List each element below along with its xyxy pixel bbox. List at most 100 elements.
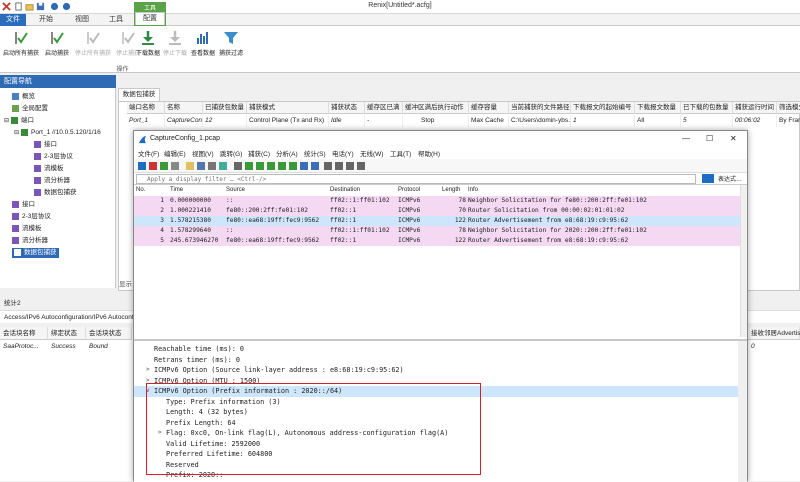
capture-options-icon[interactable] xyxy=(171,162,179,170)
packet-details-scrollbar[interactable] xyxy=(738,341,747,482)
col-time[interactable]: Time xyxy=(170,185,183,195)
cell-bind-state[interactable]: Success xyxy=(48,341,86,352)
apply-filter-icon[interactable] xyxy=(702,174,714,183)
nav-item-global-config[interactable]: 全局配置 xyxy=(12,104,48,114)
col-destination[interactable]: Destination xyxy=(330,185,360,195)
cell-buffer-action[interactable]: Stop xyxy=(403,115,469,127)
stop-all-capture-button[interactable]: 停止所有捕获 xyxy=(74,28,112,60)
capture-filter-button[interactable]: 捕获过滤 xyxy=(218,28,244,60)
cell-session-state[interactable]: Bound xyxy=(86,341,132,352)
collapse-icon[interactable]: ⊟ xyxy=(14,130,19,136)
col-capture-status[interactable]: 捕获状态 xyxy=(329,102,365,114)
close-icon[interactable]: ✕ xyxy=(730,131,737,147)
nav-item-overview[interactable]: 概览 xyxy=(12,92,35,102)
col-captured-count[interactable]: 已捕获包数量 xyxy=(203,102,247,114)
col-length[interactable]: Length xyxy=(442,185,460,195)
menu-edit[interactable]: 编辑(E) xyxy=(164,148,186,158)
cell-download-start[interactable]: 1 xyxy=(571,115,635,127)
col-info[interactable]: Info xyxy=(468,185,478,195)
tab-config[interactable]: 配置 xyxy=(135,12,165,25)
detail-line[interactable]: > ICMPv6 Option (Source link-layer addres… xyxy=(134,365,738,376)
close-file-icon[interactable] xyxy=(208,162,216,170)
view-data-button[interactable]: 查看数据 xyxy=(190,28,216,60)
cell-port-name[interactable]: Port_1 xyxy=(127,115,165,127)
go-back-icon[interactable] xyxy=(245,162,253,170)
menu-statistics[interactable]: 统计(S) xyxy=(304,148,326,158)
cell-name[interactable]: CaptureConf... xyxy=(165,115,203,127)
collapse-icon[interactable]: ⊟ xyxy=(4,118,9,124)
nav-item-port1[interactable]: ⊟ Port_1 //10.0.5.120/1/16 xyxy=(14,128,101,138)
display-filter-input[interactable] xyxy=(136,174,696,184)
nav-item-port1-stream-template[interactable]: 流模板 xyxy=(34,164,64,174)
expand-arrow-icon[interactable]: > xyxy=(146,365,150,376)
tab-packet-capture[interactable]: 数据包捕获 xyxy=(118,88,160,101)
packet-row[interactable]: 4 1.578299640 :: ff02::1:ff01:102 ICMPv6… xyxy=(134,226,740,236)
zoom-in-icon[interactable] xyxy=(324,162,332,170)
save-file-icon[interactable] xyxy=(197,162,205,170)
cell-rx-neighbor-adv[interactable]: 0 xyxy=(748,341,800,352)
zoom-out-icon[interactable] xyxy=(335,162,343,170)
col-download-count[interactable]: 下载报文数量 xyxy=(635,102,681,114)
nav-item-port1-capture[interactable]: 数据包捕获 xyxy=(34,188,77,198)
cell-file-path[interactable]: C:\Users\domin-ybs... xyxy=(509,115,571,127)
col-capture-mode[interactable]: 捕获模式 xyxy=(247,102,329,114)
nav-item-ports[interactable]: ⊟ 端口 xyxy=(4,116,34,126)
nav-item-port1-stream-analyzer[interactable]: 流分析器 xyxy=(34,176,70,186)
detail-line[interactable]: Retrans timer (ms): 0 xyxy=(134,355,738,366)
auto-scroll-icon[interactable] xyxy=(300,162,308,170)
menu-view[interactable]: 视图(V) xyxy=(192,148,214,158)
open-file-icon[interactable] xyxy=(186,162,194,170)
col-filter-mode[interactable]: 筛选模式 xyxy=(777,102,800,114)
restart-capture-icon[interactable] xyxy=(160,162,168,170)
col-cache-size[interactable]: 缓存容量 xyxy=(469,102,509,114)
nav-item-packet-capture[interactable]: 数据包捕获 xyxy=(12,248,59,258)
packet-row[interactable]: 5 245.673946270 fe80::ea68:19ff:fec9:956… xyxy=(134,236,740,246)
packet-row-selected[interactable]: 3 1.578215380 fe80::ea68:19ff:fec9:9562 … xyxy=(134,216,740,226)
stop-capture-icon[interactable] xyxy=(149,162,157,170)
maximize-icon[interactable]: ☐ xyxy=(706,131,713,147)
go-to-packet-icon[interactable] xyxy=(267,162,275,170)
col-download-start[interactable]: 下载报文的起始编号 xyxy=(571,102,635,114)
cell-download-count[interactable]: All xyxy=(635,115,681,127)
menu-wireless[interactable]: 无线(W) xyxy=(360,148,383,158)
col-downloaded[interactable]: 已下载的包数量 xyxy=(681,102,733,114)
col-buffer-full[interactable]: 缓存区已满 xyxy=(365,102,403,114)
col-protocol[interactable]: Protocol xyxy=(398,185,420,195)
col-name[interactable]: 名称 xyxy=(165,102,203,114)
start-capture-icon[interactable] xyxy=(138,162,146,170)
menu-file[interactable]: 文件(F) xyxy=(138,148,159,158)
tab-view[interactable]: 视图 xyxy=(66,14,98,26)
last-packet-icon[interactable] xyxy=(289,162,297,170)
col-port-name[interactable]: 端口名称 xyxy=(127,102,165,114)
col-file-path[interactable]: 当前捕获的文件路径 xyxy=(509,102,571,114)
zoom-reset-icon[interactable] xyxy=(346,162,354,170)
tab-start[interactable]: 开始 xyxy=(30,14,62,26)
menu-analyze[interactable]: 分析(A) xyxy=(276,148,298,158)
nav-item-port1-interface[interactable]: 接口 xyxy=(34,140,57,150)
start-capture-button[interactable]: 启动捕获 xyxy=(42,28,72,60)
col-source[interactable]: Source xyxy=(226,185,245,195)
menu-tools[interactable]: 工具(T) xyxy=(390,148,411,158)
cell-capture-mode[interactable]: Control Plane (Tx and Rx) xyxy=(247,115,329,127)
col-buffer-action[interactable]: 缓冲区满后执行动作 xyxy=(403,102,469,114)
col-session-name[interactable]: 会话块名称 xyxy=(0,327,48,340)
minimize-icon[interactable]: — xyxy=(682,131,690,147)
tab-tools[interactable]: 工具 xyxy=(100,14,132,26)
cell-downloaded[interactable]: 5 xyxy=(681,115,733,127)
col-run-time[interactable]: 捕获运行时间 xyxy=(733,102,777,114)
packet-list-scrollbar[interactable] xyxy=(740,185,747,337)
first-packet-icon[interactable] xyxy=(278,162,286,170)
go-forward-icon[interactable] xyxy=(256,162,264,170)
menu-telephony[interactable]: 电话(Y) xyxy=(332,148,354,158)
download-data-button[interactable]: 下载数据 xyxy=(134,28,162,60)
cell-session-name[interactable]: SaaProtoc... xyxy=(0,341,48,352)
col-bind-state[interactable]: 绑定状态 xyxy=(48,327,86,340)
nav-item-stream-analyzer[interactable]: 流分析器 xyxy=(12,236,48,246)
col-no[interactable]: No. xyxy=(136,185,145,195)
cell-capture-status[interactable]: Idle xyxy=(329,115,365,127)
resize-columns-icon[interactable] xyxy=(357,162,365,170)
tab-file[interactable]: 文件 xyxy=(0,14,26,26)
menu-capture[interactable]: 捕获(C) xyxy=(248,148,270,158)
find-icon[interactable] xyxy=(234,162,242,170)
detail-line[interactable]: Reachable time (ms): 0 xyxy=(134,344,738,355)
